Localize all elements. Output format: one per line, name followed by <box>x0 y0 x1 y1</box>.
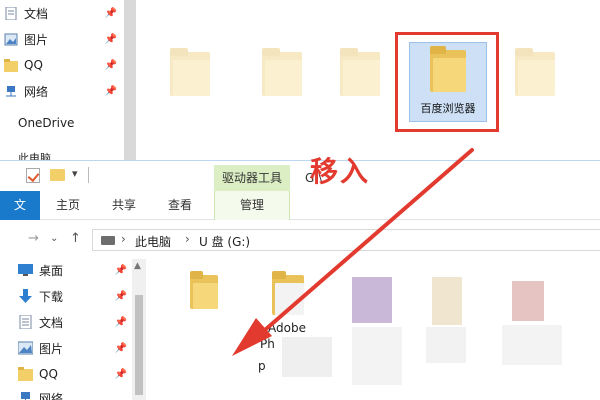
properties-icon[interactable] <box>26 168 40 183</box>
pin-icon[interactable]: 📌 <box>114 265 128 276</box>
folder-icon <box>18 367 33 381</box>
nav-item-documents[interactable]: 文档 📌 <box>0 311 132 333</box>
file-thumbnail[interactable] <box>512 281 544 321</box>
top-nav-item-qq[interactable]: QQ 📌 <box>0 54 124 76</box>
ribbon-tabs: 文 主页 共享 查看 管理 <box>0 191 600 220</box>
tab-home[interactable]: 主页 <box>56 191 80 220</box>
folder-icon <box>4 58 18 72</box>
nav-item-desktop[interactable]: 桌面 📌 <box>0 259 132 281</box>
tab-share[interactable]: 共享 <box>112 191 136 220</box>
background-explorer-window: 文档 📌 图片 📌 QQ 📌 网络 📌 OneDrive 此电脑 百度浏览器 <box>0 0 600 160</box>
title-separator <box>88 167 89 183</box>
folder-icon[interactable] <box>190 271 218 309</box>
top-pane-divider[interactable] <box>124 0 136 160</box>
folder-icon[interactable] <box>515 48 555 96</box>
nav-label: 图片 <box>39 341 64 356</box>
folder-icon[interactable] <box>170 48 210 96</box>
nav-item-qq[interactable]: QQ 📌 <box>0 363 132 385</box>
nav-item-network[interactable]: 网络 <box>0 387 132 400</box>
desktop-icon <box>18 264 33 276</box>
pin-icon[interactable]: 📌 <box>114 369 128 380</box>
foreground-explorer-window: ▾ 驱动器工具 G:\ 文 主页 共享 查看 管理 → ⌄ ↑ › 此电脑 › … <box>0 160 600 400</box>
address-row: → ⌄ ↑ › 此电脑 › U 盘 (G:) <box>0 221 600 259</box>
top-nav-item-pictures[interactable]: 图片 📌 <box>0 28 124 50</box>
title-bar: ▾ 驱动器工具 G:\ <box>0 161 600 191</box>
network-icon <box>21 392 30 400</box>
new-folder-icon[interactable] <box>50 169 65 181</box>
file-thumbnail[interactable] <box>432 277 462 325</box>
pin-icon[interactable]: 📌 <box>114 291 128 302</box>
pin-icon[interactable]: 📌 <box>114 343 128 354</box>
quick-access-dropdown-icon[interactable]: ▾ <box>72 167 78 180</box>
navigation-pane: 桌面 📌 下载 📌 文档 📌 图片 📌 QQ 📌 网络 <box>0 259 150 400</box>
top-navigation-pane: 文档 📌 图片 📌 QQ 📌 网络 📌 OneDrive 此电脑 <box>0 0 124 160</box>
tab-manage[interactable]: 管理 <box>214 191 290 220</box>
drive-icon <box>101 236 115 245</box>
pin-icon[interactable]: 📌 <box>104 8 118 19</box>
nav-label: 下载 <box>39 289 64 304</box>
chevron-right-icon[interactable]: › <box>121 232 126 246</box>
documents-icon <box>19 315 32 329</box>
nav-label: 网络 <box>39 391 64 400</box>
nav-item-pictures[interactable]: 图片 📌 <box>0 337 132 359</box>
top-nav-label: 文档 <box>24 6 49 21</box>
folder-icon[interactable] <box>340 48 380 96</box>
breadcrumb-this-pc[interactable]: 此电脑 <box>135 233 171 250</box>
top-nav-item-onedrive[interactable]: OneDrive <box>18 116 74 130</box>
up-arrow-icon[interactable]: ↑ <box>70 231 81 246</box>
drive-tools-contextual-tab: 驱动器工具 <box>214 165 290 191</box>
download-icon <box>19 289 32 303</box>
back-arrow-icon[interactable]: → <box>28 231 39 246</box>
nav-item-downloads[interactable]: 下载 📌 <box>0 285 132 307</box>
file-thumbnail[interactable] <box>352 277 392 323</box>
nav-label: 文档 <box>39 315 64 330</box>
chevron-right-icon[interactable]: › <box>185 232 190 246</box>
tab-view[interactable]: 查看 <box>168 191 192 220</box>
scroll-up-icon[interactable]: ▲ <box>134 261 141 271</box>
folder-icon[interactable] <box>262 48 302 96</box>
blurred-file-label <box>352 327 402 385</box>
address-bar[interactable]: › 此电脑 › U 盘 (G:) <box>92 229 600 251</box>
pin-icon[interactable]: 📌 <box>114 317 128 328</box>
scrollbar-thumb[interactable] <box>135 295 143 395</box>
navigation-scrollbar[interactable]: ▲ <box>132 259 146 400</box>
nav-label: QQ <box>39 367 58 381</box>
nav-label: 桌面 <box>39 263 64 278</box>
pin-icon[interactable]: 📌 <box>104 86 118 97</box>
top-nav-label: QQ <box>24 58 43 72</box>
top-nav-item-documents[interactable]: 文档 📌 <box>0 2 124 24</box>
pictures-icon <box>4 33 18 45</box>
folder-icon[interactable] <box>272 271 304 315</box>
move-in-annotation: 移入 <box>310 155 371 188</box>
chevron-down-icon[interactable]: ⌄ <box>50 233 58 244</box>
blurred-file-label <box>426 327 466 363</box>
pin-icon[interactable]: 📌 <box>104 34 118 45</box>
pictures-icon <box>18 341 33 355</box>
documents-icon <box>5 6 17 20</box>
blurred-file-label <box>502 325 562 365</box>
folder-label-line: p <box>258 359 266 373</box>
pin-icon[interactable]: 📌 <box>104 60 118 71</box>
top-nav-label: 网络 <box>24 84 49 99</box>
folder-label-line: Ph <box>260 337 275 351</box>
file-tab[interactable]: 文 <box>0 191 40 220</box>
breadcrumb-usb-drive[interactable]: U 盘 (G:) <box>199 233 250 250</box>
folder-label-line: Adobe <box>268 321 306 335</box>
network-icon <box>6 85 16 96</box>
blurred-file-label <box>282 337 332 377</box>
highlight-rectangle <box>395 32 499 132</box>
top-nav-item-this-pc[interactable]: 此电脑 <box>18 150 51 160</box>
top-nav-item-network[interactable]: 网络 📌 <box>0 80 124 102</box>
top-nav-label: 图片 <box>24 32 49 47</box>
